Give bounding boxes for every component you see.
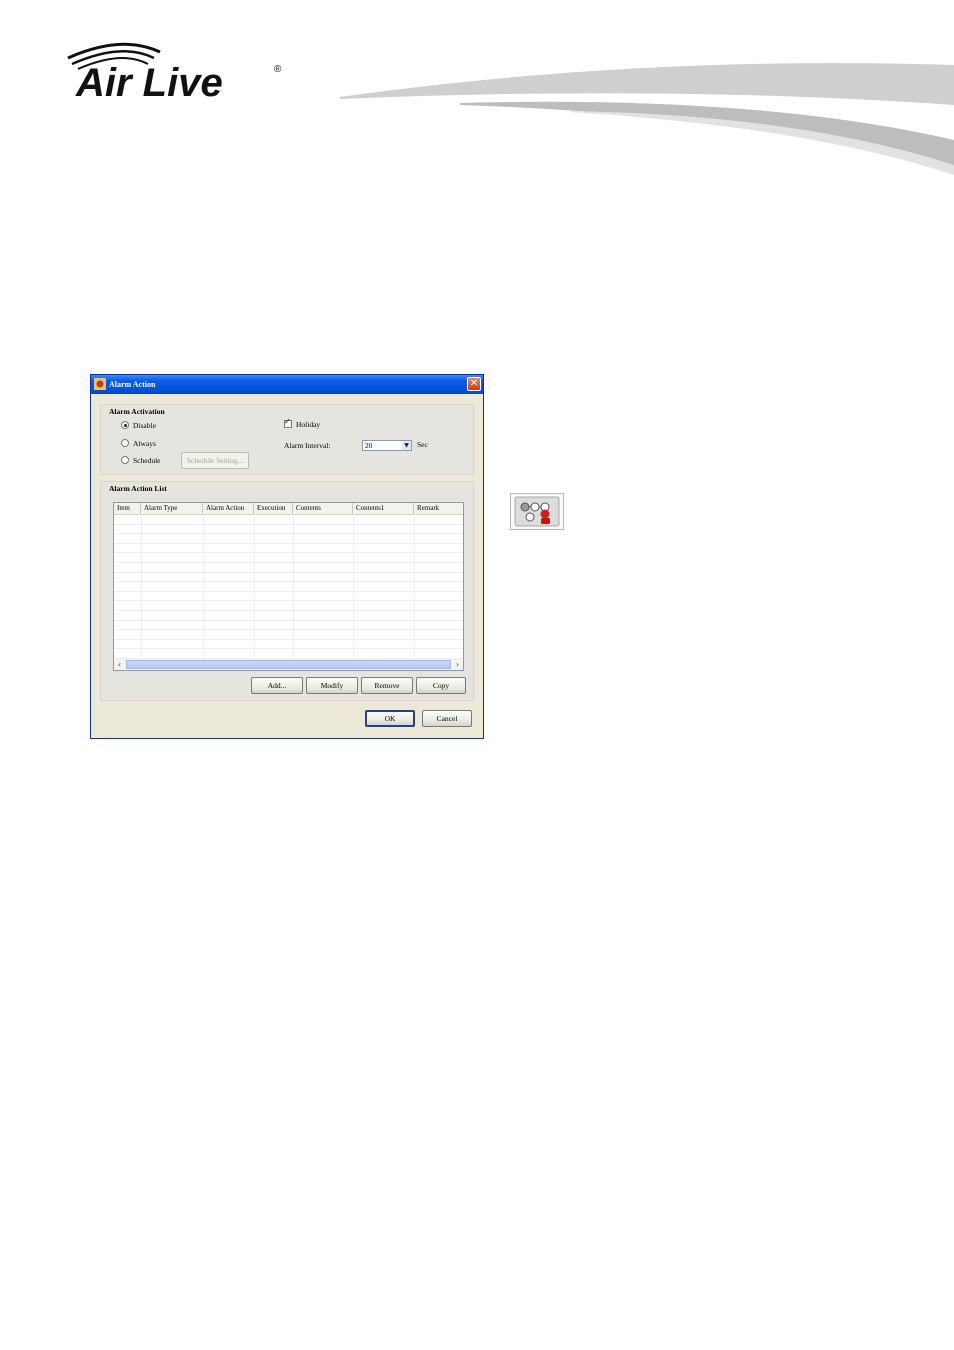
table-row [114, 542, 463, 544]
table-row [114, 562, 463, 563]
table-row [114, 648, 463, 650]
chevron-down-icon[interactable]: ▼ [402, 441, 411, 450]
column-header-item[interactable]: Item [114, 503, 141, 514]
table-row [114, 619, 463, 621]
modify-button[interactable]: Modify [306, 677, 358, 694]
table-header: Item Alarm Type Alarm Action Execution C… [114, 503, 463, 515]
dialog-title: Alarm Action [109, 380, 156, 389]
column-header-remark[interactable]: Remark [414, 503, 463, 514]
column-header-contents[interactable]: Contents [293, 503, 353, 514]
horizontal-scrollbar[interactable]: ‹ › [114, 659, 463, 670]
holiday-checkbox[interactable]: Holiday [284, 417, 321, 429]
alarm-action-icon [510, 493, 564, 530]
table-row [114, 638, 463, 640]
alarm-action-dialog: Alarm Action ✕ Alarm Activation Disable … [90, 374, 484, 739]
table-row [114, 533, 463, 535]
radio-always-label: Always [133, 439, 156, 448]
table-row [114, 600, 463, 602]
alarm-interval-unit: Sec [417, 440, 428, 449]
table-column-divider [203, 514, 204, 659]
column-header-alarm-action[interactable]: Alarm Action [203, 503, 254, 514]
table-column-divider [293, 514, 294, 659]
radio-disable-label: Disable [133, 421, 156, 430]
brand-name: Air Live [75, 61, 223, 105]
alarm-action-list-heading: Alarm Action List [109, 484, 167, 493]
cancel-button[interactable]: Cancel [422, 710, 472, 727]
close-button[interactable]: ✕ [467, 377, 481, 391]
table-row [114, 581, 463, 583]
registered-mark: ® [274, 64, 282, 75]
radio-disable[interactable]: Disable [121, 421, 156, 430]
table-row [114, 610, 463, 611]
radio-always-dot[interactable] [121, 439, 129, 447]
holiday-label: Holiday [296, 420, 321, 429]
close-icon: ✕ [469, 378, 479, 389]
alarm-interval-value: 20 [365, 441, 373, 450]
table-column-divider [141, 514, 142, 659]
column-header-execution[interactable]: Execution [254, 503, 293, 514]
radio-disable-dot[interactable] [121, 421, 129, 429]
table-row [114, 590, 463, 592]
table-column-divider [414, 514, 415, 659]
alarm-action-icon-graphic [514, 496, 560, 527]
scroll-right-icon[interactable]: › [452, 659, 463, 670]
add-button[interactable]: Add... [251, 677, 303, 694]
radio-schedule-dot[interactable] [121, 456, 129, 464]
alarm-action-table[interactable]: Item Alarm Type Alarm Action Execution C… [113, 502, 464, 671]
radio-always[interactable]: Always [121, 439, 156, 448]
column-header-contents1[interactable]: Contents1 [353, 503, 414, 514]
alarm-activation-group: Alarm Activation Disable Always Schedule… [100, 404, 474, 475]
schedule-setting-button[interactable]: Schedule Setting... [181, 452, 249, 469]
holiday-checkbox-box[interactable] [284, 417, 292, 428]
table-row [114, 629, 463, 631]
scroll-thumb[interactable] [126, 660, 451, 669]
table-row [114, 552, 463, 554]
alarm-interval-label: Alarm Interval: [284, 441, 331, 450]
table-column-divider [254, 514, 255, 659]
scroll-left-icon[interactable]: ‹ [114, 659, 125, 670]
remove-button[interactable]: Remove [361, 677, 413, 694]
app-icon [94, 378, 106, 390]
alarm-activation-heading: Alarm Activation [109, 407, 165, 416]
radio-schedule[interactable]: Schedule [121, 456, 161, 465]
table-row [114, 571, 463, 573]
alarm-interval-select[interactable]: 20 ▼ [362, 440, 412, 451]
airlive-logo: Air Live ® [67, 42, 282, 105]
copy-button[interactable]: Copy [416, 677, 466, 694]
ok-button[interactable]: OK [365, 710, 415, 727]
alarm-action-list-group: Alarm Action List Item Alarm Type Alarm … [100, 481, 474, 701]
radio-schedule-label: Schedule [133, 456, 161, 465]
column-header-alarm-type[interactable]: Alarm Type [141, 503, 203, 514]
table-row [114, 523, 463, 525]
table-column-divider [353, 514, 354, 659]
title-bar[interactable]: Alarm Action ✕ [91, 375, 483, 394]
header-swoosh [340, 63, 954, 175]
